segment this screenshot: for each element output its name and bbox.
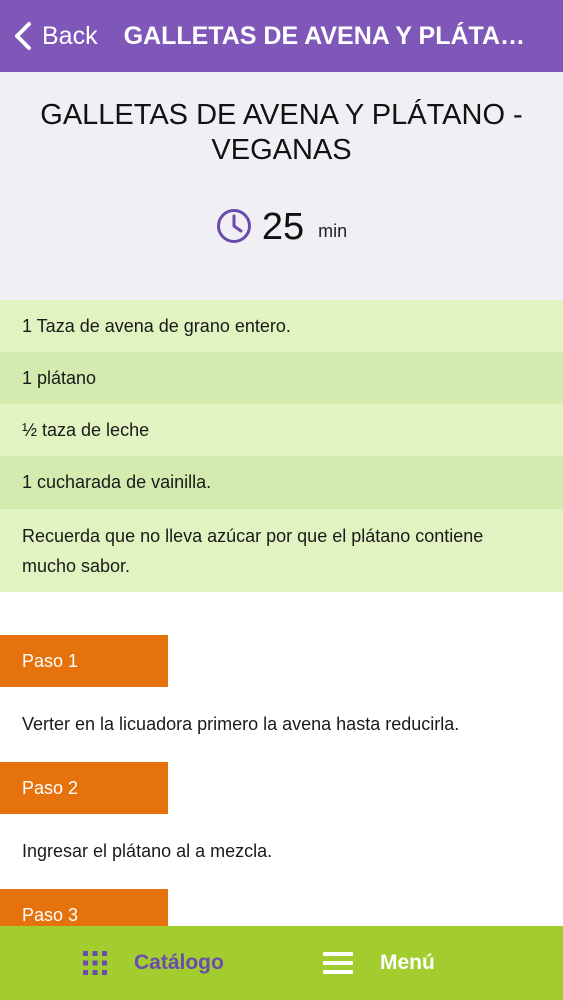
step-text: Verter en la licuadora primero la avena … xyxy=(22,714,460,734)
tab-menu[interactable]: Menú xyxy=(322,926,435,1000)
steps-list: Paso 1 Verter en la licuadora primero la… xyxy=(0,635,563,941)
tab-catalog-label: Catálogo xyxy=(134,951,224,974)
ingredient-note: Recuerda que no lleva azúcar por que el … xyxy=(0,509,563,592)
ingredient-item: 1 Taza de avena de grano entero. xyxy=(0,300,563,352)
navigation-bar: Back GALLETAS DE AVENA Y PLÁTANO - VEGAN… xyxy=(0,0,563,72)
time-unit: min xyxy=(318,221,348,241)
clock-icon xyxy=(216,209,251,243)
nav-title: GALLETAS DE AVENA Y PLÁTANO - VEGANAS xyxy=(123,21,532,50)
ingredients-list: 1 Taza de avena de grano entero. 1 pláta… xyxy=(0,300,563,592)
step-badge: Paso 2 xyxy=(0,762,168,814)
ingredient-item: ½ taza de leche xyxy=(0,404,563,456)
step-badge: Paso 1 xyxy=(0,635,168,687)
grid-icon xyxy=(83,951,107,975)
hamburger-icon xyxy=(323,952,353,974)
ingredient-item: 1 cucharada de vainilla. xyxy=(0,456,563,509)
prep-time: 25 min xyxy=(0,204,563,250)
back-label: Back xyxy=(42,21,98,50)
time-value: 25 xyxy=(261,206,305,248)
bottom-tab-bar: Catálogo Menú xyxy=(0,926,563,1000)
tab-menu-label: Menú xyxy=(380,951,435,974)
ingredient-item: 1 plátano xyxy=(0,352,563,404)
tab-catalog[interactable]: Catálogo xyxy=(82,926,224,1000)
recipe-screen: Back GALLETAS DE AVENA Y PLÁTANO - VEGAN… xyxy=(0,0,563,1000)
step-text: Ingresar el plátano al a mezcla. xyxy=(22,841,273,861)
back-button[interactable]: Back xyxy=(0,0,98,72)
chevron-left-icon xyxy=(15,22,31,50)
recipe-title: GALLETAS DE AVENA Y PLÁTANO - VEGANAS xyxy=(40,99,523,166)
recipe-header: GALLETAS DE AVENA Y PLÁTANO - VEGANAS 25… xyxy=(0,72,563,300)
